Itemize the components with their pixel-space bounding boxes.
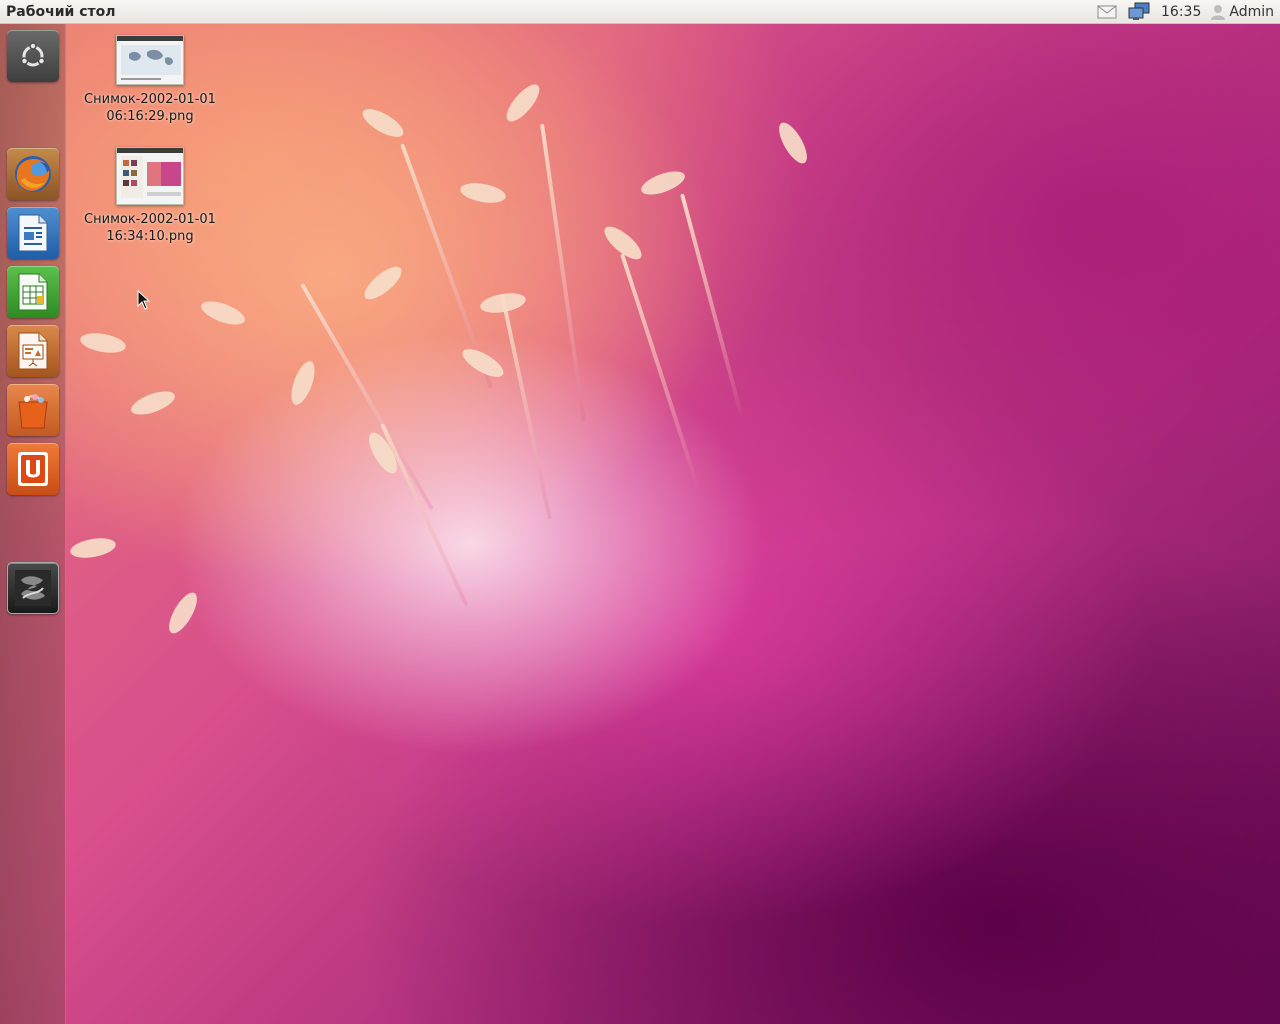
messaging-indicator[interactable] — [1097, 0, 1117, 24]
ubuntu-one-icon — [18, 452, 48, 486]
user-name: Admin — [1229, 3, 1274, 20]
envelope-icon — [1097, 5, 1117, 18]
launcher-ubuntu-one[interactable] — [7, 443, 59, 495]
clock[interactable]: 16:35 — [1161, 0, 1201, 24]
launcher-libreoffice-calc[interactable] — [7, 266, 59, 318]
image-thumbnail-icon — [116, 35, 184, 85]
network-indicator[interactable] — [1127, 0, 1151, 24]
workspaces-icon — [15, 570, 51, 606]
calc-icon — [18, 273, 48, 311]
desktop-file[interactable]: Снимок-2002-01-01 06:16:29.png — [75, 35, 225, 125]
image-thumbnail-icon — [116, 147, 184, 205]
mouse-cursor-icon — [137, 290, 151, 310]
software-center-icon — [18, 394, 48, 429]
launcher-libreoffice-writer[interactable] — [7, 207, 59, 259]
impress-icon — [18, 332, 48, 370]
launcher-workspace-switcher[interactable] — [7, 562, 59, 614]
ubuntu-logo-icon — [20, 42, 46, 67]
user-icon — [1211, 4, 1226, 20]
desktop-file[interactable]: Снимок-2002-01-01 16:34:10.png — [75, 147, 225, 245]
top-panel: Рабочий стол 16:35 Admin — [0, 0, 1280, 24]
network-icon — [1128, 2, 1150, 20]
firefox-icon — [15, 156, 51, 192]
desktop-file-label: Снимок-2002-01-01 06:16:29.png — [84, 92, 216, 124]
user-menu[interactable]: Admin — [1211, 0, 1274, 24]
launcher-software-center[interactable] — [7, 384, 59, 436]
dash-home-button[interactable] — [7, 30, 59, 82]
launcher-firefox[interactable] — [7, 148, 59, 200]
panel-title: Рабочий стол — [6, 3, 116, 20]
desktop-file-label: Снимок-2002-01-01 16:34:10.png — [84, 212, 216, 244]
launcher-libreoffice-impress[interactable] — [7, 325, 59, 377]
writer-icon — [18, 214, 48, 252]
indicator-area: 16:35 Admin — [1097, 0, 1280, 24]
launcher — [0, 24, 66, 1024]
